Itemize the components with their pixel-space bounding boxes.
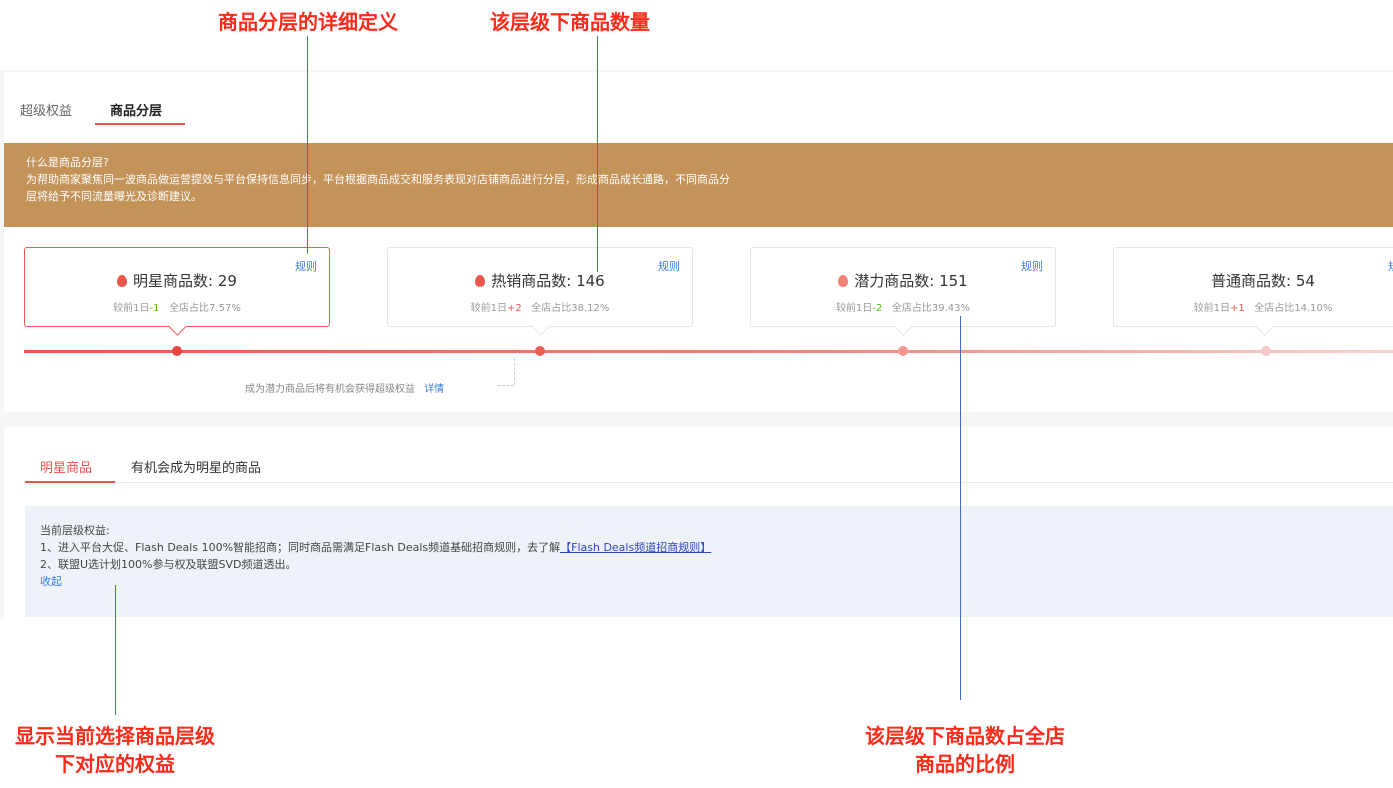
delta-value: -2: [872, 303, 883, 314]
sub-tab-divider: [25, 482, 1393, 483]
delta-value: +2: [506, 303, 522, 314]
annotation-line-count: [597, 36, 598, 272]
benefit-item-1-text: 1、进入平台大促、Flash Deals 100%智能招商；同时商品需满足Fla…: [40, 541, 561, 554]
level-card-potential[interactable]: 规则 潜力商品数: 151 较前1日-2 全店占比39.43%: [750, 247, 1056, 336]
hint-label: 成为潜力商品后将有机会获得超级权益: [245, 384, 415, 395]
flash-deals-rule-link[interactable]: 【Flash Deals频道招商规则】: [560, 541, 711, 554]
benefits-heading: 当前层级权益:: [40, 524, 110, 537]
share-value: 全店占比7.57%: [169, 303, 241, 314]
track-node-normal: [1261, 346, 1271, 356]
hint-details-link[interactable]: 详情: [424, 384, 444, 395]
benefit-item-2: 2、联盟U选计划100%参与权及联盟SVD频道透出。: [40, 558, 297, 571]
level-title: 普通商品数: 54: [1211, 272, 1315, 290]
level-card-normal[interactable]: 规则 普通商品数: 54 较前1日+1 全店占比14.10%: [1113, 247, 1393, 336]
flame-icon: [475, 275, 486, 287]
active-subtab-underline: [25, 481, 115, 483]
annotation-definition: 商品分层的详细定义: [218, 10, 398, 34]
annotation-benefit: 显示当前选择商品层级下对应的权益: [15, 724, 215, 776]
layering-intro-banner: 什么是商品分层? 为帮助商家聚焦同一波商品做运营提效与平台保持信息同步，平台根据…: [4, 143, 1393, 227]
hint-connector-horizontal: [498, 385, 514, 387]
banner-title: 什么是商品分层?: [26, 156, 109, 169]
share-value: 全店占比14.10%: [1254, 303, 1333, 314]
share-value: 全店占比39.43%: [891, 303, 971, 314]
delta-value: +1: [1229, 303, 1245, 314]
hint-text: 成为潜力商品后将有机会获得超级权益 详情: [245, 380, 444, 395]
compare-label: 较前1日: [1193, 303, 1230, 314]
level-title: 潜力商品数: 151: [854, 272, 968, 290]
compare-label: 较前1日: [113, 303, 150, 314]
annotation-line-ratio: [960, 316, 961, 700]
track-node-star: [172, 346, 182, 356]
track-node-hot: [535, 346, 545, 356]
current-level-benefits: 当前层级权益: 1、进入平台大促、Flash Deals 100%智能招商；同时…: [25, 506, 1393, 617]
collapse-link[interactable]: 收起: [40, 573, 1393, 590]
tab-potential-star-products[interactable]: 有机会成为明星的商品: [131, 457, 261, 476]
banner-line-1: 为帮助商家聚焦同一波商品做运营提效与平台保持信息同步，平台根据商品成交和服务表现…: [26, 173, 730, 186]
share-value: 全店占比38.12%: [531, 303, 610, 314]
benefit-item-1: 1、进入平台大促、Flash Deals 100%智能招商；同时商品需满足Fla…: [40, 539, 1393, 556]
active-tab-underline: [95, 123, 185, 125]
hint-connector: [514, 358, 516, 385]
annotation-count: 该层级下商品数量: [490, 10, 650, 34]
tab-super-benefits[interactable]: 超级权益: [20, 100, 72, 119]
layer-progress-track: [24, 350, 1393, 353]
level-card-hot[interactable]: 规则 热销商品数: 146 较前1日+2 全店占比38.12%: [387, 247, 693, 336]
flame-icon: [117, 275, 128, 287]
level-title: 热销商品数: 146: [491, 272, 605, 290]
flame-icon: [838, 275, 849, 287]
tab-star-products[interactable]: 明星商品: [40, 457, 92, 476]
layer-overview-card: [4, 72, 1393, 412]
level-title: 明星商品数: 29: [133, 272, 237, 290]
annotation-line-benefit: [115, 585, 116, 715]
annotation-line-definition: [307, 36, 308, 254]
banner-line-2: 层将给予不同流量曝光及诊断建议。: [26, 190, 202, 203]
compare-label: 较前1日: [470, 303, 507, 314]
tab-product-layering[interactable]: 商品分层: [110, 100, 162, 119]
compare-label: 较前1日: [835, 303, 873, 314]
delta-value: -1: [149, 303, 160, 314]
level-card-star[interactable]: 规则 明星商品数: 29 较前1日-1 全店占比7.57%: [24, 247, 330, 336]
track-node-potential: [898, 346, 908, 356]
annotation-ratio: 该层级下商品数占全店商品的比例: [865, 724, 1065, 776]
